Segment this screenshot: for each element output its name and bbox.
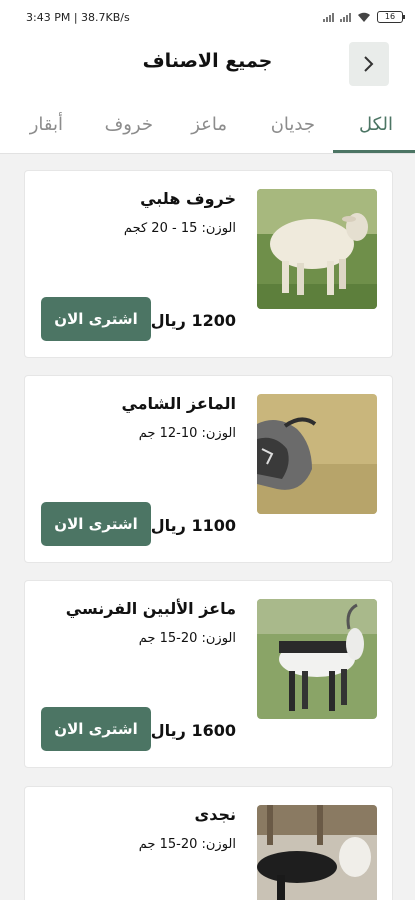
app-header: جميع الاصناف [0, 34, 415, 94]
product-card[interactable]: نجدى الوزن: 20-15 جم [24, 786, 393, 900]
status-icons: 16 [323, 11, 405, 23]
status-net-speed: 38.7KB/s [81, 10, 130, 24]
wifi-icon [358, 12, 370, 22]
product-name: خروف هلبي [140, 189, 236, 208]
status-bar: 3:43 PM | 38.7KB/s 16 [0, 0, 415, 34]
battery-icon: 16 [377, 11, 405, 23]
product-image [257, 805, 377, 900]
product-image [257, 189, 377, 309]
product-price: 1600 ريال [150, 721, 236, 740]
signal-icon-2 [340, 12, 351, 22]
tab-kids[interactable]: جديان [271, 114, 315, 135]
buy-now-button[interactable]: اشترى الان [41, 297, 151, 341]
product-card[interactable]: خروف هلبي الوزن: 15 - 20 كجم 1200 ريال ا… [24, 170, 393, 358]
active-tab-indicator [333, 150, 415, 153]
product-name: الماعز الشامي [121, 394, 236, 413]
chevron-right-icon [364, 56, 374, 72]
product-weight: الوزن: 15 - 20 كجم [123, 221, 236, 236]
product-image [257, 394, 377, 514]
product-name: ماعز الألبين الفرنسي [65, 599, 236, 618]
product-name: نجدى [194, 805, 236, 824]
product-weight: الوزن: 20-15 جم [138, 837, 236, 852]
product-price: 1200 ريال [150, 311, 236, 330]
status-time: 3:43 PM [26, 10, 71, 24]
buy-now-button[interactable]: اشترى الان [41, 502, 151, 546]
tab-cattle[interactable]: أبقار [30, 114, 63, 135]
tab-sheep[interactable]: خروف [105, 114, 153, 135]
product-weight: الوزن: 20-15 جم [138, 631, 236, 646]
category-tabs: الكل جديان ماعز خروف أبقار [0, 94, 415, 154]
product-image [257, 599, 377, 719]
status-separator: | [73, 10, 82, 24]
product-weight: الوزن: 10-12 جم [138, 426, 236, 441]
product-price: 1100 ريال [150, 516, 236, 535]
buy-now-button[interactable]: اشترى الان [41, 707, 151, 751]
tab-all[interactable]: الكل [359, 114, 393, 135]
product-card[interactable]: ماعز الألبين الفرنسي الوزن: 20-15 جم 160… [24, 580, 393, 768]
product-card[interactable]: الماعز الشامي الوزن: 10-12 جم 1100 ريال … [24, 375, 393, 563]
tab-goats[interactable]: ماعز [191, 114, 227, 135]
signal-icon [323, 12, 334, 22]
back-button[interactable] [349, 42, 389, 86]
status-time-block: 3:43 PM | 38.7KB/s [26, 11, 130, 24]
